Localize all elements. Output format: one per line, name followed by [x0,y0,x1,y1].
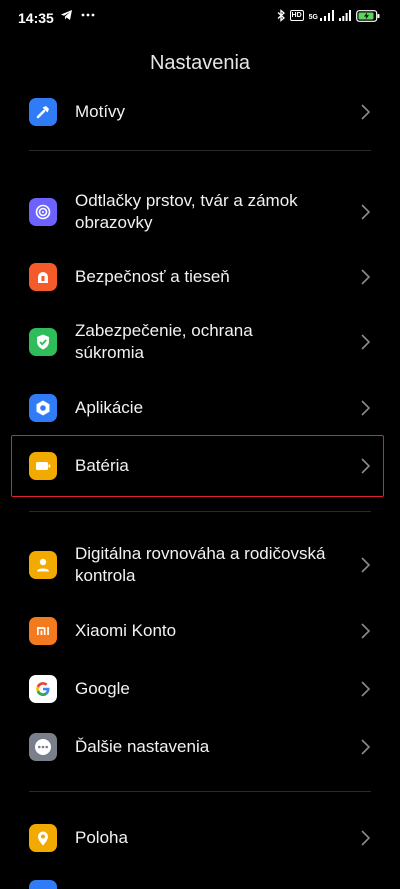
signal-strength-icon [320,10,334,21]
person-icon [29,551,57,579]
chevron-right-icon [361,104,371,120]
chevron-right-icon [361,557,371,573]
settings-item-label: Odtlačky prstov, tvár a zámok obrazovky [75,191,298,232]
signal-5g: 5G [309,10,334,21]
settings-item-fingerprint-face-lock[interactable]: Odtlačky prstov, tvár a zámok obrazovky [0,190,400,234]
emergency-light-icon [29,263,57,291]
status-bar: 14:35 HD 5G [0,0,400,36]
highlight-box [11,435,384,497]
location-pin-icon [29,824,57,852]
chevron-right-icon [361,204,371,220]
more-dots-icon [29,733,57,761]
net-type-label: 5G [308,14,318,21]
chevron-right-icon [361,830,371,846]
more-notifications-icon [81,13,95,17]
settings-item-themes[interactable]: Motívy [0,96,400,128]
chevron-right-icon [361,400,371,416]
settings-item-partial[interactable] [0,878,400,889]
settings-item-label: Zabezpečenie, ochrana súkromia [75,321,253,362]
status-time: 14:35 [18,10,54,26]
settings-item-label: Aplikácie [75,398,144,417]
settings-item-label: Bezpečnosť a tieseň [75,267,230,286]
settings-item-label: Xiaomi Konto [75,621,177,640]
telegram-icon [61,10,72,20]
settings-item-apps[interactable]: Aplikácie [0,392,400,424]
settings-item-label: Digitálna rovnováha a rodičovská kontrol… [75,544,326,585]
hexagon-gear-icon [29,394,57,422]
settings-item-label: Poloha [75,828,128,847]
bluetooth-icon [277,9,285,22]
settings-item-digital-wellbeing[interactable]: Digitálna rovnováha a rodičovská kontrol… [0,543,400,587]
hd-badge: HD [289,10,304,21]
chevron-right-icon [361,739,371,755]
partial-item-icon [29,880,57,889]
battery-status-icon [356,9,380,22]
settings-item-xiaomi-account[interactable]: Xiaomi Konto [0,615,400,647]
page-title: Nastavenia [149,52,251,74]
shield-check-icon [29,328,57,356]
section-divider [29,150,371,151]
settings-item-additional-settings[interactable]: Ďalšie nastavenia [0,731,400,763]
section-divider [29,791,371,792]
google-icon [29,675,57,703]
settings-item-google[interactable]: Google [0,673,400,705]
section-divider [29,511,371,512]
fingerprint-icon [29,198,57,226]
chevron-right-icon [361,623,371,639]
signal-strength-2-icon [339,10,351,21]
settings-item-location[interactable]: Poloha [0,822,400,854]
chevron-right-icon [361,681,371,697]
mi-logo-icon [29,617,57,645]
settings-item-label: Google [75,679,130,698]
chevron-right-icon [361,334,371,350]
settings-item-security-privacy[interactable]: Zabezpečenie, ochrana súkromia [0,320,400,364]
settings-item-safety-emergency[interactable]: Bezpečnosť a tieseň [0,261,400,293]
settings-item-label: Motívy [75,102,126,121]
settings-item-label: Ďalšie nastavenia [75,737,210,756]
brush-icon [29,98,57,126]
chevron-right-icon [361,269,371,285]
